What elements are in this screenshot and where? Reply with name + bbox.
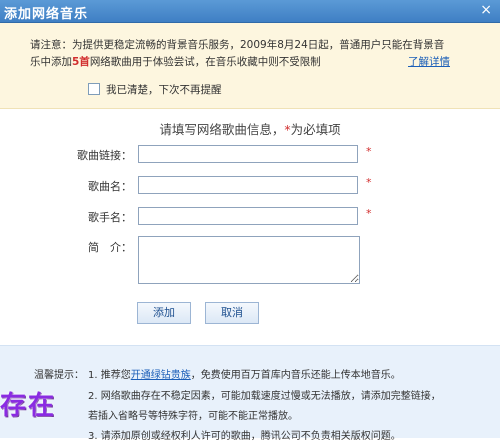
add-button[interactable]: 添加 xyxy=(137,302,191,324)
tip-2: 2. 网络歌曲存在不稳定因素，可能加载速度过慢或无法播放，请添加完整链接， xyxy=(88,391,441,402)
tip-1a: 1. 推荐您 xyxy=(88,370,131,381)
learn-more-link[interactable]: 了解详情 xyxy=(408,54,450,69)
form-title-a: 请填写网络歌曲信息， xyxy=(159,122,285,137)
form-title-b: 为必填项 xyxy=(290,122,341,137)
cancel-button[interactable]: 取消 xyxy=(205,302,259,324)
song-name-label: 歌曲名： xyxy=(88,180,132,193)
notice-line-2: 乐中添加5首网络歌曲用于体验尝试，在音乐收藏中则不受限制 xyxy=(30,54,470,71)
song-link-input[interactable] xyxy=(138,145,358,163)
dont-remind-checkbox[interactable] xyxy=(88,83,100,95)
overlay-text: 存在 xyxy=(0,391,57,421)
green-diamond-link[interactable]: 开通绿钻贵族 xyxy=(131,370,191,381)
notice-panel: 请注意：为提供更稳定流畅的背景音乐服务，2009年8月24日起，普通用户只能在背… xyxy=(0,23,500,109)
notice-highlight: 5首 xyxy=(72,56,90,68)
tip-3: 3. 请添加原创或经权利人许可的歌曲，腾讯公司不负责相关版权问题。 xyxy=(88,431,401,442)
singer-name-input[interactable] xyxy=(138,207,358,225)
intro-label: 简 介： xyxy=(88,241,132,254)
window-title: 添加网络音乐 xyxy=(4,7,89,22)
song-name-required: * xyxy=(366,176,372,189)
tips-label: 温馨提示： xyxy=(34,370,84,381)
notice-line-2b: 网络歌曲用于体验尝试，在音乐收藏中则不受限制 xyxy=(89,56,321,68)
title-bar: 添加网络音乐 × xyxy=(0,0,500,23)
dont-remind-label[interactable]: 我已清楚，下次不再提醒 xyxy=(106,82,222,97)
intro-textarea[interactable] xyxy=(138,236,360,284)
song-name-input[interactable] xyxy=(138,176,358,194)
form-title: 请填写网络歌曲信息，*为必填项 xyxy=(0,119,500,138)
singer-name-required: * xyxy=(366,207,372,220)
notice-line-2a: 乐中添加 xyxy=(30,56,72,68)
notice-line-1: 请注意：为提供更稳定流畅的背景音乐服务，2009年8月24日起，普通用户只能在背… xyxy=(30,39,445,51)
close-icon[interactable]: × xyxy=(480,2,492,18)
tip-2-continued: 若插入省略号等特殊字符，可能不能正常播放。 xyxy=(88,411,298,422)
notice-text: 请注意：为提供更稳定流畅的背景音乐服务，2009年8月24日起，普通用户只能在背… xyxy=(30,37,470,71)
song-link-label: 歌曲链接： xyxy=(77,149,132,162)
tip-1: 1. 推荐您开通绿钻贵族，免费使用百万首库内音乐还能上传本地音乐。 xyxy=(88,366,401,381)
tip-1b: ，免费使用百万首库内音乐还能上传本地音乐。 xyxy=(190,370,401,381)
song-link-required: * xyxy=(366,145,372,158)
tips-panel: 温馨提示： 1. 推荐您开通绿钻贵族，免费使用百万首库内音乐还能上传本地音乐。 … xyxy=(0,345,500,442)
singer-name-label: 歌手名： xyxy=(88,211,132,224)
